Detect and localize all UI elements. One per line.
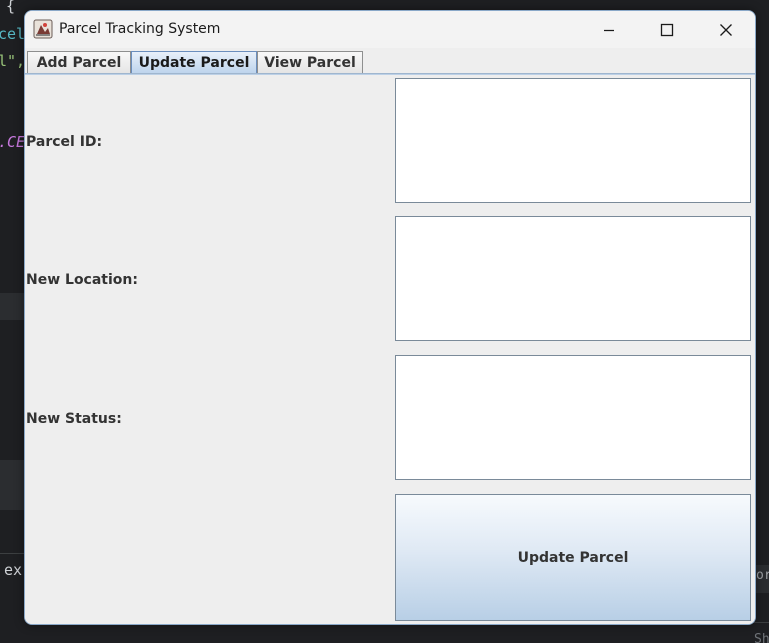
parcel-tracking-window: Parcel Tracking System Add Parcel Update…	[24, 10, 756, 625]
parcel-id-input[interactable]	[395, 78, 751, 203]
update-parcel-button[interactable]: Update Parcel	[395, 494, 751, 621]
update-parcel-button-label: Update Parcel	[517, 549, 629, 566]
code-fragment: {	[6, 0, 16, 15]
maximize-icon	[660, 23, 674, 36]
tab-view-parcel[interactable]: View Parcel	[257, 51, 363, 74]
tab-update-parcel[interactable]: Update Parcel	[131, 51, 257, 74]
minimize-button[interactable]	[580, 11, 638, 48]
code-fragment: ex	[4, 561, 23, 579]
new-location-input[interactable]	[395, 216, 751, 341]
code-fragment: .CE	[0, 133, 26, 151]
code-fragment: cel	[0, 25, 26, 43]
tab-add-parcel[interactable]: Add Parcel	[27, 51, 131, 74]
background-band	[0, 293, 24, 320]
code-fragment: Sh	[754, 632, 769, 643]
maximize-button[interactable]	[638, 11, 696, 48]
tab-strip: Add Parcel Update Parcel View Parcel	[25, 48, 755, 74]
new-location-label: New Location:	[26, 272, 138, 288]
parcel-id-label: Parcel ID:	[26, 134, 103, 150]
tab-label: Update Parcel	[138, 55, 250, 71]
minimize-icon	[604, 29, 614, 31]
tab-label: View Parcel	[264, 55, 356, 71]
background-band	[0, 460, 24, 510]
tab-label: Add Parcel	[36, 55, 122, 71]
new-status-label: New Status:	[26, 411, 122, 427]
java-app-icon	[33, 19, 53, 39]
close-button[interactable]	[697, 11, 755, 48]
window-title: Parcel Tracking System	[59, 21, 221, 37]
new-status-input[interactable]	[395, 355, 751, 480]
update-parcel-panel: Parcel ID: New Location: New Status: Upd…	[25, 75, 755, 624]
code-fragment: or	[756, 568, 769, 583]
title-bar[interactable]: Parcel Tracking System	[25, 11, 755, 48]
code-fragment: l",	[0, 52, 26, 70]
close-icon	[720, 23, 732, 36]
background-divider	[0, 553, 24, 554]
